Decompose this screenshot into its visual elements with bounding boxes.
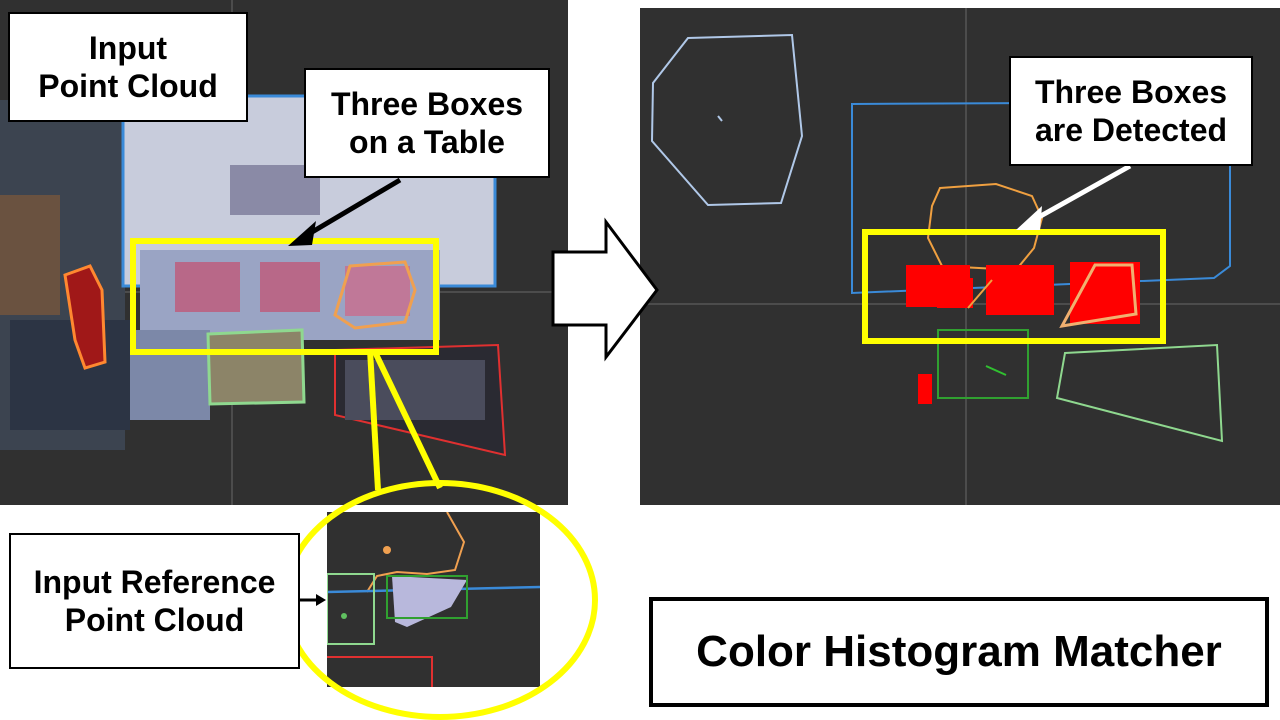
- reference-box-points: [392, 576, 467, 627]
- reference-point-cloud-view: [327, 512, 540, 687]
- three-boxes-on-table-label-text: Three Boxes on a Table: [330, 85, 524, 160]
- input-point-cloud-label: Input Point Cloud: [8, 12, 248, 122]
- cluster-centroid: [341, 613, 347, 619]
- point-cloud-chair: [0, 195, 60, 315]
- three-boxes-on-table-label: Three Boxes on a Table: [304, 68, 550, 178]
- point-cloud-object: [345, 360, 485, 420]
- green-cluster-outline: [327, 573, 375, 645]
- detected-small-fragment: [918, 374, 932, 404]
- box-3-points: [345, 266, 410, 316]
- input-point-cloud-label-text: Input Point Cloud: [38, 29, 218, 104]
- page-title: Color Histogram Matcher: [649, 597, 1269, 707]
- green-cluster-outline: [206, 328, 306, 406]
- point-cloud-floor: [10, 320, 130, 430]
- detected-box-2: [986, 265, 1054, 315]
- three-boxes-detected-label-text: Three Boxes are Detected: [1034, 73, 1228, 148]
- red-cluster-outline: [327, 656, 433, 687]
- cluster-centroid: [717, 115, 723, 122]
- input-reference-label-text: Input Reference Point Cloud: [33, 563, 276, 638]
- cluster-centroid: [985, 365, 1007, 376]
- page-title-text: Color Histogram Matcher: [696, 626, 1222, 676]
- light-blue-cluster-outline: [650, 33, 804, 207]
- three-boxes-detected-label: Three Boxes are Detected: [1009, 56, 1253, 166]
- reference-pointer-arrowhead: [316, 594, 326, 606]
- light-green-cluster-outline: [1055, 343, 1224, 443]
- reference-scene: [327, 512, 540, 687]
- orange-cluster-outline: [926, 182, 1044, 272]
- point-cloud-object: [130, 330, 210, 420]
- input-reference-label: Input Reference Point Cloud: [9, 533, 300, 669]
- box-1-points: [175, 262, 240, 312]
- cluster-centroid: [383, 546, 391, 554]
- detected-box-1-part: [937, 278, 973, 308]
- box-2-points: [260, 262, 320, 312]
